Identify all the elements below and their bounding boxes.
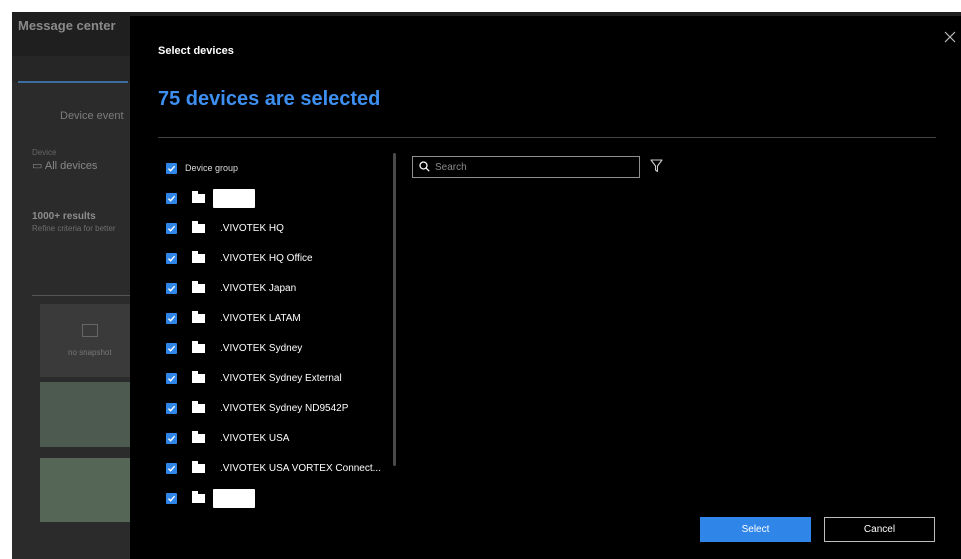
tree-scrollbar[interactable] xyxy=(393,153,396,466)
tree-row[interactable] xyxy=(166,188,255,208)
dialog-divider xyxy=(158,137,936,138)
event-card-snapshot xyxy=(40,458,140,522)
device-group-header: Device group xyxy=(185,163,239,173)
filter-icon[interactable] xyxy=(650,159,663,173)
checkbox-checked-icon[interactable] xyxy=(166,252,177,264)
app-title: Message center xyxy=(18,18,116,33)
tree-row-label: .VIVOTEK Sydney ND9542P xyxy=(220,402,349,414)
search-box[interactable] xyxy=(412,156,640,178)
selected-count-heading: 75 devices are selected xyxy=(158,88,381,110)
tree-row[interactable]: .VIVOTEK Sydney xyxy=(166,338,302,358)
folder-icon xyxy=(192,190,205,203)
tree-row[interactable]: .VIVOTEK LATAM xyxy=(166,308,301,328)
tree-header-row[interactable]: Device group xyxy=(166,158,238,178)
tree-row[interactable]: .VIVOTEK HQ Office xyxy=(166,248,313,268)
search-input[interactable] xyxy=(433,158,637,177)
tree-row-label: .VIVOTEK HQ xyxy=(220,222,284,234)
app-subbar xyxy=(12,56,142,82)
folder-icon xyxy=(192,370,205,383)
checkbox-checked-icon[interactable] xyxy=(166,192,177,204)
tree-row[interactable]: .VIVOTEK Sydney External xyxy=(166,368,342,388)
redacted-group-name xyxy=(213,488,255,508)
image-placeholder-icon xyxy=(82,324,98,337)
checkbox-checked-icon[interactable] xyxy=(166,492,177,504)
results-hint: Refine criteria for better xyxy=(32,224,116,233)
tree-row-label: .VIVOTEK USA VORTEX Connect... xyxy=(220,462,381,474)
tree-row[interactable]: .VIVOTEK HQ xyxy=(166,218,284,238)
folder-icon xyxy=(192,310,205,323)
checkbox-checked-icon[interactable] xyxy=(166,372,177,384)
tree-row[interactable]: .VIVOTEK Sydney ND9542P xyxy=(166,398,348,418)
checkbox-checked-icon[interactable] xyxy=(166,282,177,294)
select-devices-dialog: Select devices 75 devices are selected D… xyxy=(130,16,961,559)
search-icon xyxy=(419,161,430,172)
folder-icon xyxy=(192,340,205,353)
event-card-snapshot xyxy=(40,382,140,447)
no-snapshot-text: no snapshot xyxy=(68,348,112,357)
close-icon[interactable] xyxy=(943,30,957,44)
cancel-button[interactable]: Cancel xyxy=(824,517,935,542)
checkbox-checked-icon[interactable] xyxy=(166,402,177,414)
tree-row-label: .VIVOTEK USA xyxy=(220,432,290,444)
tree-row-label: .VIVOTEK Sydney xyxy=(220,342,303,354)
tree-row[interactable]: .VIVOTEK USA VORTEX Connect... xyxy=(166,458,381,478)
folder-icon xyxy=(192,280,205,293)
tree-row-label: .VIVOTEK HQ Office xyxy=(220,252,313,264)
device-filter-label: Device xyxy=(32,148,57,157)
checkbox-checked-icon[interactable] xyxy=(166,162,177,174)
folder-icon xyxy=(192,460,205,473)
device-filter-value: ▭ All devices xyxy=(32,160,98,172)
redacted-group-name xyxy=(213,188,255,208)
folder-icon xyxy=(192,400,205,413)
checkbox-checked-icon[interactable] xyxy=(166,462,177,474)
tree-row-label: .VIVOTEK LATAM xyxy=(220,312,301,324)
tree-row[interactable] xyxy=(166,488,255,508)
folder-icon xyxy=(192,430,205,443)
event-card-no-snapshot: no snapshot xyxy=(40,304,140,377)
checkbox-checked-icon[interactable] xyxy=(166,222,177,234)
tree-row[interactable]: .VIVOTEK USA xyxy=(166,428,289,448)
dialog-title: Select devices xyxy=(158,45,234,57)
results-divider xyxy=(32,295,142,296)
folder-icon xyxy=(192,220,205,233)
results-count: 1000+ results xyxy=(32,211,96,222)
tree-row-label: .VIVOTEK Japan xyxy=(220,282,297,294)
folder-icon xyxy=(192,490,205,503)
camera-icon: ▭ xyxy=(32,160,43,172)
checkbox-checked-icon[interactable] xyxy=(166,312,177,324)
tab-indicator xyxy=(18,81,128,83)
tab-device-event: Device event xyxy=(60,110,124,122)
select-button[interactable]: Select xyxy=(700,517,811,542)
tree-row-label: .VIVOTEK Sydney External xyxy=(220,372,342,384)
tree-row[interactable]: .VIVOTEK Japan xyxy=(166,278,296,298)
checkbox-checked-icon[interactable] xyxy=(166,432,177,444)
folder-icon xyxy=(192,250,205,263)
checkbox-checked-icon[interactable] xyxy=(166,342,177,354)
